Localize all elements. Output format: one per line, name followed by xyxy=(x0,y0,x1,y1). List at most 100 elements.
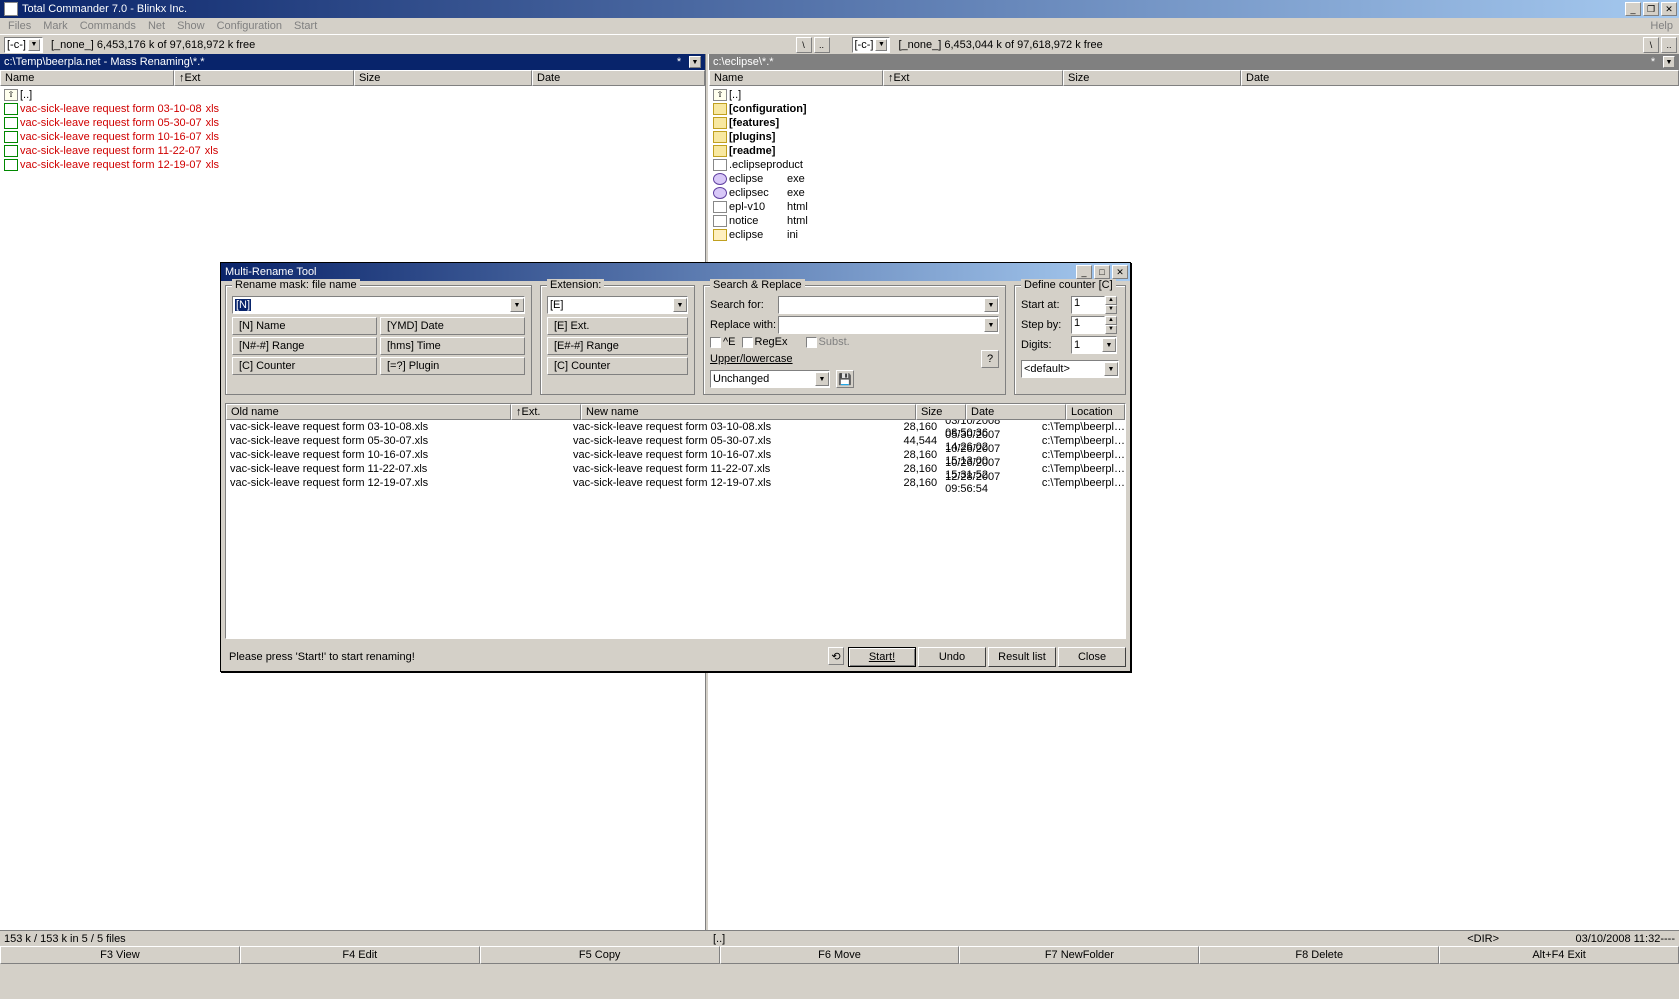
check-e[interactable] xyxy=(710,337,721,348)
right-root-button[interactable]: \ xyxy=(1643,37,1659,53)
minimize-button[interactable]: _ xyxy=(1625,2,1641,16)
history-button[interactable]: ▼ xyxy=(689,56,701,68)
right-drive-combo[interactable]: [-c-]▼ xyxy=(852,37,891,53)
btn-counter[interactable]: [C] Counter xyxy=(232,357,377,375)
list-item[interactable]: eclipsecexe xyxy=(709,186,1679,200)
star-icon[interactable]: * xyxy=(673,56,685,68)
btn-ecounter[interactable]: [C] Counter xyxy=(547,357,688,375)
left-root-button[interactable]: \ xyxy=(796,37,812,53)
col-size[interactable]: Size xyxy=(916,404,966,420)
right-up-button[interactable]: .. xyxy=(1661,37,1677,53)
help-button[interactable]: ? xyxy=(981,350,999,368)
btn-ext[interactable]: [E] Ext. xyxy=(547,317,688,335)
right-path-bar[interactable]: c:\eclipse\*.* * ▼ xyxy=(709,54,1679,70)
app-icon xyxy=(4,2,18,16)
col-date[interactable]: Date xyxy=(532,70,705,86)
chevron-down-icon: ▼ xyxy=(510,298,524,312)
left-drive-combo[interactable]: [-c-]▼ xyxy=(4,37,43,53)
check-subst[interactable] xyxy=(806,337,817,348)
file-icon xyxy=(713,201,727,213)
col-new[interactable]: New name xyxy=(581,404,916,420)
menu-mark[interactable]: Mark xyxy=(37,20,73,32)
step-spinner[interactable]: ▲▼ xyxy=(1105,316,1117,334)
mask-input[interactable]: [N]▼ xyxy=(232,296,525,314)
left-up-button[interactable]: .. xyxy=(814,37,830,53)
folder-icon xyxy=(713,145,727,157)
list-item[interactable]: [plugins] xyxy=(709,130,1679,144)
menu-commands[interactable]: Commands xyxy=(74,20,142,32)
list-item[interactable]: eclipseexe xyxy=(709,172,1679,186)
list-item[interactable]: vac-sick-leave request form 10-16-07xls xyxy=(0,130,705,144)
f6-move[interactable]: F6 Move xyxy=(720,946,960,964)
btn-date[interactable]: [YMD] Date xyxy=(380,317,525,335)
f7-newfolder[interactable]: F7 NewFolder xyxy=(959,946,1199,964)
btn-time[interactable]: [hms] Time xyxy=(380,337,525,355)
left-path-bar[interactable]: c:\Temp\beerpla.net - Mass Renaming\*.* … xyxy=(0,54,705,70)
list-item[interactable]: vac-sick-leave request form 11-22-07xls xyxy=(0,144,705,158)
list-item[interactable]: [features] xyxy=(709,116,1679,130)
col-location[interactable]: Location xyxy=(1066,404,1125,420)
list-item[interactable]: .eclipseproduct xyxy=(709,158,1679,172)
list-item[interactable]: [configuration] xyxy=(709,102,1679,116)
ext-input[interactable]: [E]▼ xyxy=(547,296,688,314)
col-name[interactable]: Name xyxy=(0,70,174,86)
col-ext[interactable]: ↑Ext. xyxy=(511,404,581,420)
btn-plugin[interactable]: [=?] Plugin xyxy=(380,357,525,375)
col-old[interactable]: Old name xyxy=(226,404,511,420)
col-name[interactable]: Name xyxy=(709,70,883,86)
f5-copy[interactable]: F5 Copy xyxy=(480,946,720,964)
history-button[interactable]: ▼ xyxy=(1663,56,1675,68)
list-item-up[interactable]: ⇧[..] xyxy=(709,88,1679,102)
digits-combo[interactable]: 1▼ xyxy=(1071,336,1117,354)
result-list-button[interactable]: Result list xyxy=(988,647,1056,667)
start-spinner[interactable]: ▲▼ xyxy=(1105,296,1117,314)
btn-erange[interactable]: [E#-#] Range xyxy=(547,337,688,355)
star-icon[interactable]: * xyxy=(1647,56,1659,68)
replace-with-label: Replace with: xyxy=(710,319,778,331)
replace-with-input[interactable]: ▼ xyxy=(778,316,999,334)
reload-button[interactable]: ⟲ xyxy=(828,647,844,665)
col-ext[interactable]: ↑Ext xyxy=(174,70,354,86)
list-item[interactable]: eclipseini xyxy=(709,228,1679,242)
search-for-input[interactable]: ▼ xyxy=(778,296,999,314)
col-date[interactable]: Date xyxy=(1241,70,1679,86)
alt-f4-exit[interactable]: Alt+F4 Exit xyxy=(1439,946,1679,964)
dialog-close[interactable]: ✕ xyxy=(1112,265,1128,279)
col-ext[interactable]: ↑Ext xyxy=(883,70,1063,86)
btn-range[interactable]: [N#-#] Range xyxy=(232,337,377,355)
preset-combo[interactable]: <default>▼ xyxy=(1021,360,1119,378)
dialog-maximize[interactable]: □ xyxy=(1094,265,1110,279)
f4-edit[interactable]: F4 Edit xyxy=(240,946,480,964)
menu-configuration[interactable]: Configuration xyxy=(211,20,288,32)
menu-net[interactable]: Net xyxy=(142,20,171,32)
close-button[interactable]: Close xyxy=(1058,647,1126,667)
close-button[interactable]: ✕ xyxy=(1661,2,1677,16)
undo-button[interactable]: Undo xyxy=(918,647,986,667)
list-item[interactable]: noticehtml xyxy=(709,214,1679,228)
list-item[interactable]: vac-sick-leave request form 03-10-08xls xyxy=(0,102,705,116)
save-preset-button[interactable]: 💾 xyxy=(836,370,854,388)
restore-button[interactable]: ❐ xyxy=(1643,2,1659,16)
list-item[interactable]: vac-sick-leave request form 12-19-07xls xyxy=(0,158,705,172)
menu-bar: Files Mark Commands Net Show Configurati… xyxy=(0,18,1679,34)
table-row[interactable]: vac-sick-leave request form 12-19-07.xls… xyxy=(226,476,1125,490)
col-size[interactable]: Size xyxy=(354,70,532,86)
dialog-minimize[interactable]: _ xyxy=(1076,265,1092,279)
xls-icon xyxy=(4,159,18,171)
upper-lower-combo[interactable]: Unchanged▼ xyxy=(710,370,830,388)
col-size[interactable]: Size xyxy=(1063,70,1241,86)
f8-delete[interactable]: F8 Delete xyxy=(1199,946,1439,964)
list-item[interactable]: vac-sick-leave request form 05-30-07xls xyxy=(0,116,705,130)
f3-view[interactable]: F3 View xyxy=(0,946,240,964)
menu-show[interactable]: Show xyxy=(171,20,211,32)
list-item-up[interactable]: ⇧[..] xyxy=(0,88,705,102)
check-regex[interactable] xyxy=(742,337,753,348)
menu-help[interactable]: Help xyxy=(1644,20,1679,32)
menu-files[interactable]: Files xyxy=(2,20,37,32)
start-button[interactable]: Start! xyxy=(848,647,916,667)
col-date[interactable]: Date xyxy=(966,404,1066,420)
list-item[interactable]: [readme] xyxy=(709,144,1679,158)
list-item[interactable]: epl-v10html xyxy=(709,200,1679,214)
menu-start[interactable]: Start xyxy=(288,20,323,32)
btn-name[interactable]: [N] Name xyxy=(232,317,377,335)
